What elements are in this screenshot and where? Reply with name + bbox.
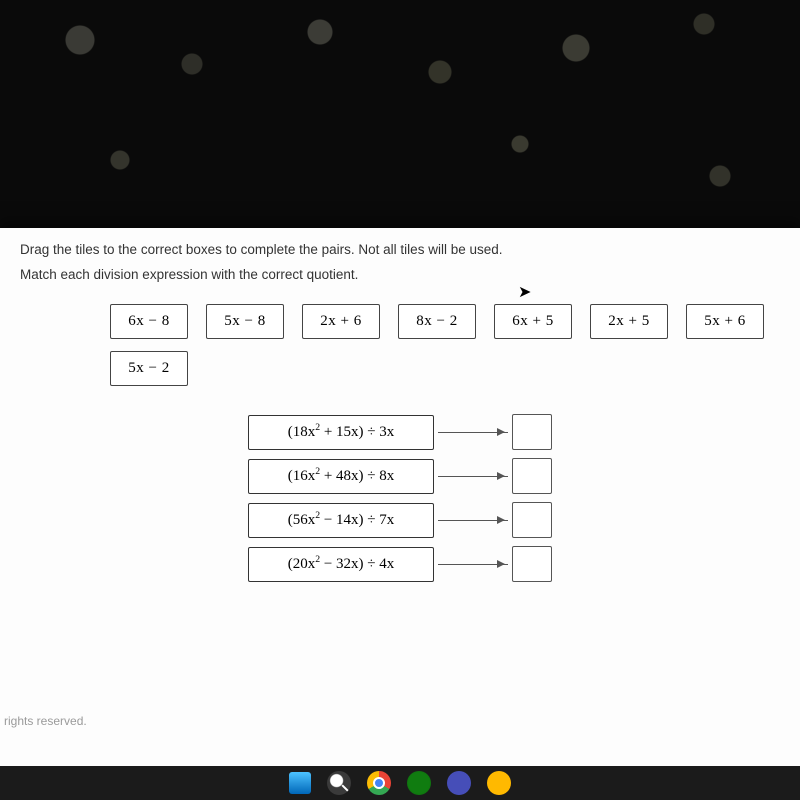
- expression-4: (20x2 − 32x) ÷ 4x: [248, 547, 434, 582]
- matching-pairs-area: (18x2 + 15x) ÷ 3x (16x2 + 48x) ÷ 8x (56x…: [0, 414, 800, 582]
- pair-row-4: (20x2 − 32x) ÷ 4x: [248, 546, 552, 582]
- tile-2x-plus-5[interactable]: 2x + 5: [590, 304, 668, 339]
- pair-row-3: (56x2 − 14x) ÷ 7x: [248, 502, 552, 538]
- drop-target-4[interactable]: [512, 546, 552, 582]
- start-icon[interactable]: [289, 772, 311, 794]
- tile-5x-minus-8[interactable]: 5x − 8: [206, 304, 284, 339]
- arrow-icon: [438, 476, 508, 477]
- answer-tiles-area: 6x − 8 5x − 8 2x + 6 8x − 2 6x + 5 2x + …: [0, 298, 800, 386]
- teams-icon[interactable]: [447, 771, 471, 795]
- file-explorer-icon[interactable]: [487, 771, 511, 795]
- expression-2: (16x2 + 48x) ÷ 8x: [248, 459, 434, 494]
- pair-row-1: (18x2 + 15x) ÷ 3x: [248, 414, 552, 450]
- pair-row-2: (16x2 + 48x) ÷ 8x: [248, 458, 552, 494]
- tiles-row-2: 5x − 2: [110, 351, 800, 386]
- expression-1: (18x2 + 15x) ÷ 3x: [248, 415, 434, 450]
- xbox-icon[interactable]: [407, 771, 431, 795]
- tile-5x-minus-2[interactable]: 5x − 2: [110, 351, 188, 386]
- windows-taskbar[interactable]: [0, 766, 800, 800]
- arrow-icon: [438, 520, 508, 521]
- drop-target-2[interactable]: [512, 458, 552, 494]
- tile-8x-minus-2[interactable]: 8x − 2: [398, 304, 476, 339]
- instruction-line-2: Match each division expression with the …: [20, 267, 780, 282]
- tile-2x-plus-6[interactable]: 2x + 6: [302, 304, 380, 339]
- chrome-icon[interactable]: [367, 771, 391, 795]
- tiles-row-1: 6x − 8 5x − 8 2x + 6 8x − 2 6x + 5 2x + …: [110, 304, 800, 339]
- search-icon[interactable]: [327, 771, 351, 795]
- drop-target-3[interactable]: [512, 502, 552, 538]
- arrow-icon: [438, 432, 508, 433]
- worksheet-screen: Drag the tiles to the correct boxes to c…: [0, 228, 800, 768]
- tile-6x-minus-8[interactable]: 6x − 8: [110, 304, 188, 339]
- copyright-text: rights reserved.: [0, 714, 87, 728]
- instructions-block: Drag the tiles to the correct boxes to c…: [0, 228, 800, 298]
- tile-6x-plus-5[interactable]: 6x + 5: [494, 304, 572, 339]
- arrow-icon: [438, 564, 508, 565]
- expression-3: (56x2 − 14x) ÷ 7x: [248, 503, 434, 538]
- instruction-line-1: Drag the tiles to the correct boxes to c…: [20, 242, 780, 257]
- tile-5x-plus-6[interactable]: 5x + 6: [686, 304, 764, 339]
- drop-target-1[interactable]: [512, 414, 552, 450]
